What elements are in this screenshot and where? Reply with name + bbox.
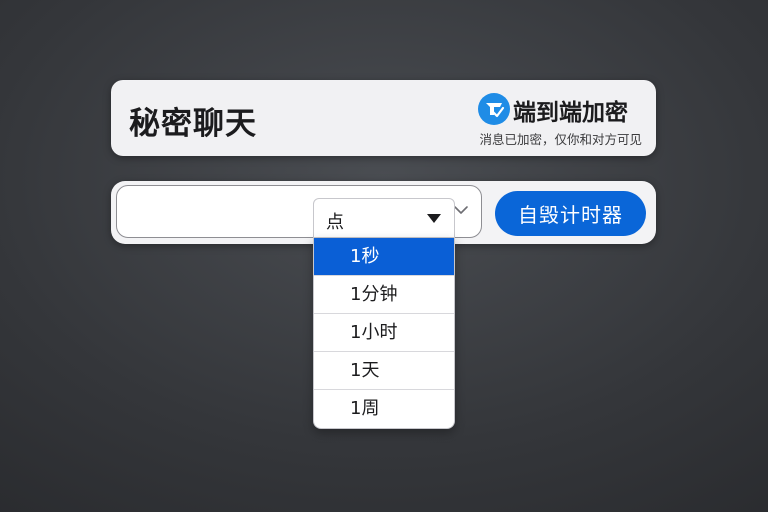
self-destruct-timer-button[interactable]: 自毁计时器 xyxy=(495,191,646,236)
shield-check-icon xyxy=(478,93,510,125)
timer-options-list: 1秒 1分钟 1小时 1天 1周 xyxy=(313,238,455,429)
timer-option-1-second[interactable]: 1秒 xyxy=(314,238,454,276)
timer-option-1-week[interactable]: 1周 xyxy=(314,390,454,428)
timer-select-value: 点 xyxy=(326,212,344,233)
timer-option-1-minute[interactable]: 1分钟 xyxy=(314,276,454,314)
encryption-note: 消息已加密，仅你和对方可见 xyxy=(479,132,642,147)
caret-down-icon xyxy=(427,214,441,223)
encryption-label: 端到端加密 xyxy=(513,100,628,126)
page-title: 秘密聊天 xyxy=(129,106,257,142)
encryption-badge: 端到端加密 消息已加密，仅你和对方可见 xyxy=(472,91,642,147)
timer-select[interactable]: 点 xyxy=(313,198,455,238)
timer-option-1-day[interactable]: 1天 xyxy=(314,352,454,390)
timer-option-1-hour[interactable]: 1小时 xyxy=(314,314,454,352)
chat-header: 秘密聊天 端到端加密 消息已加密，仅你和对方可见 xyxy=(111,80,656,156)
